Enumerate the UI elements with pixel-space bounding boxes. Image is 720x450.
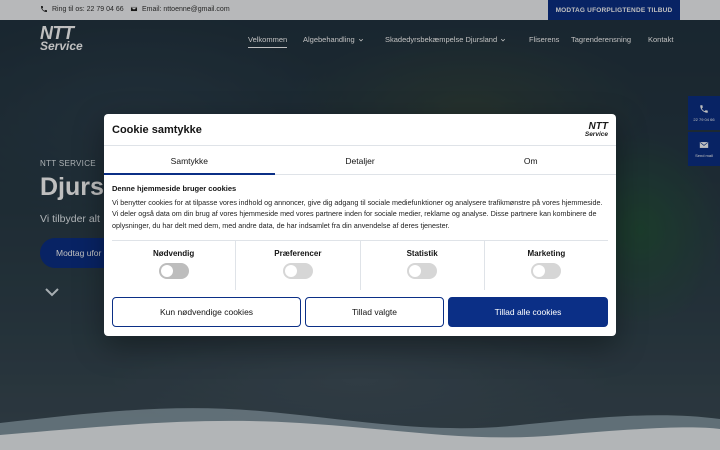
cookie-dialog: Cookie samtykke NTT Service Samtykke Det… xyxy=(104,114,616,336)
toggle-label: Statistik xyxy=(406,249,438,258)
toggle-knob xyxy=(284,265,297,277)
allow-selected-button[interactable]: Tillad valgte xyxy=(305,297,444,327)
marketing-toggle[interactable] xyxy=(531,263,562,279)
tab-om[interactable]: Om xyxy=(445,147,616,174)
statistics-toggle[interactable] xyxy=(407,263,438,279)
cookie-dialog-header: Cookie samtykke NTT Service xyxy=(104,114,616,146)
cookie-dialog-title: Cookie samtykke xyxy=(112,124,202,136)
tab-samtykke[interactable]: Samtykke xyxy=(104,147,275,175)
toggle-cell-statistics: Statistik xyxy=(361,241,485,290)
cookie-button-row: Kun nødvendige cookies Tillad valgte Til… xyxy=(112,297,608,327)
necessary-only-button[interactable]: Kun nødvendige cookies xyxy=(112,297,301,327)
toggle-knob xyxy=(533,265,546,277)
cookie-category-toggles: Nødvendig Præferencer Statistik Marketin… xyxy=(112,240,608,290)
cookie-description: Vi benytter cookies for at tilpasse vore… xyxy=(112,198,603,230)
toggle-cell-preferences: Præferencer xyxy=(236,241,361,290)
cookie-tabs: Samtykke Detaljer Om xyxy=(104,147,616,175)
toggle-cell-marketing: Marketing xyxy=(485,241,608,290)
toggle-label: Nødvendig xyxy=(152,249,195,258)
toggle-cell-necessary: Nødvendig xyxy=(112,241,237,290)
toggle-knob xyxy=(409,265,422,277)
toggle-label: Marketing xyxy=(527,249,566,258)
tab-detaljer[interactable]: Detaljer xyxy=(275,147,446,174)
cookie-dialog-body: Denne hjemmeside bruger cookies Vi benyt… xyxy=(112,184,608,231)
toggle-label: Præferencer xyxy=(274,249,322,258)
cookie-dialog-logo: NTT Service xyxy=(585,122,608,139)
allow-all-button[interactable]: Tillad alle cookies xyxy=(448,297,608,327)
cookie-heading: Denne hjemmeside bruger cookies xyxy=(112,184,237,193)
logo-line2: Service xyxy=(584,131,608,138)
toggle-knob xyxy=(160,265,173,277)
preferences-toggle[interactable] xyxy=(282,263,313,279)
necessary-toggle[interactable] xyxy=(158,263,189,279)
